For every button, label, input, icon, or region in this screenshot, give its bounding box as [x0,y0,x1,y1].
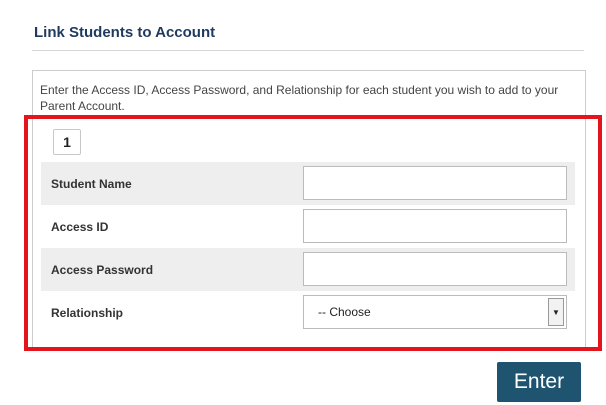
page-title: Link Students to Account [34,24,216,41]
access-id-label: Access ID [51,219,109,234]
access-password-label: Access Password [51,262,154,277]
student-name-label: Student Name [51,176,132,191]
instructions-text: Enter the Access ID, Access Password, an… [40,83,559,112]
relationship-select[interactable]: -- Choose ▼ [303,295,567,329]
dropdown-arrow-icon[interactable]: ▼ [548,298,564,326]
access-id-row: Access ID [41,205,575,248]
relationship-selected-value: -- Choose [318,305,371,319]
student-name-row: Student Name [41,162,575,205]
title-divider [32,50,584,51]
access-id-input[interactable] [303,209,567,243]
access-password-input[interactable] [303,252,567,286]
relationship-label: Relationship [51,305,124,320]
student-index-badge: 1 [53,129,81,155]
enter-button[interactable]: Enter [497,362,581,402]
access-password-row: Access Password [41,248,575,291]
relationship-row: Relationship -- Choose ▼ [41,291,575,334]
student-name-input[interactable] [303,166,567,200]
